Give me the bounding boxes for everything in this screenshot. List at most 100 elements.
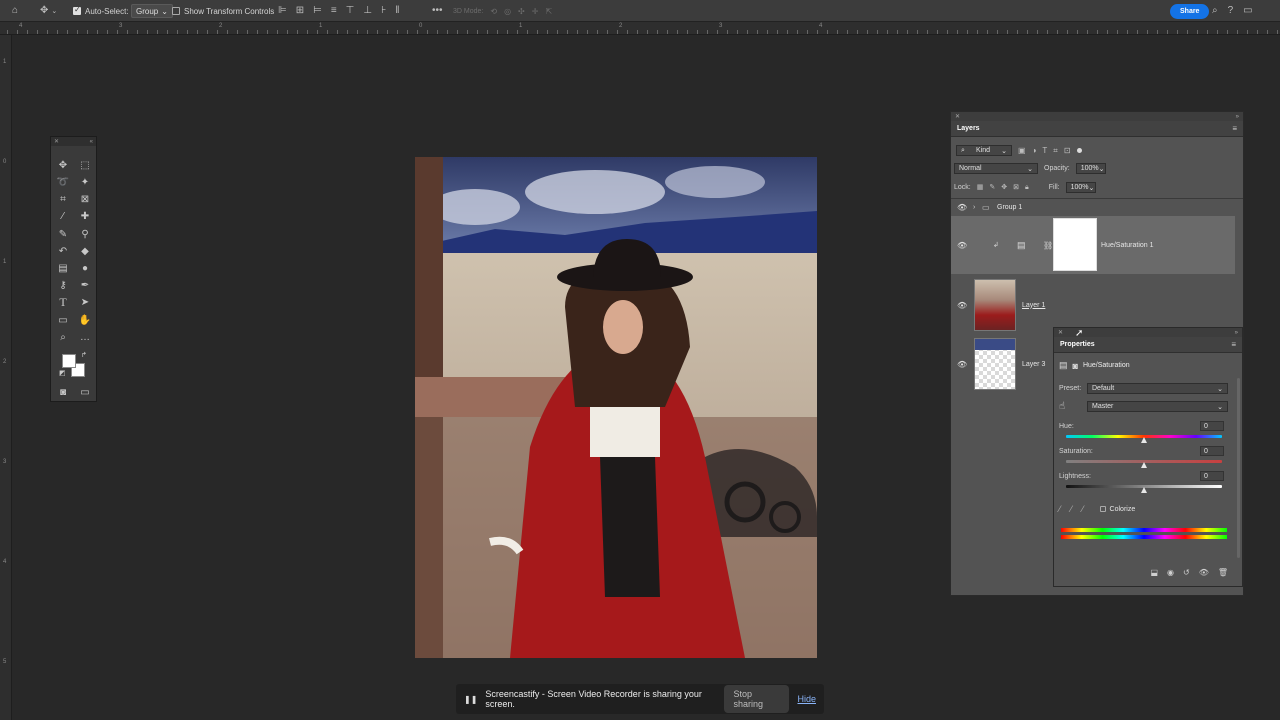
auto-select-mode-dropdown[interactable]: Group ⌄ bbox=[131, 4, 173, 18]
screen-mode-icon[interactable]: ▭ bbox=[77, 385, 93, 399]
align-middle-icon[interactable]: ⊥ bbox=[363, 6, 372, 16]
filter-toggle-icon[interactable] bbox=[1076, 148, 1082, 153]
marquee-tool-icon[interactable]: ⬚ bbox=[77, 158, 93, 172]
visibility-eye-icon[interactable]: 👁︎ bbox=[957, 203, 967, 212]
trash-icon[interactable]: 🗑︎ bbox=[1218, 568, 1228, 577]
type-tool-icon[interactable]: T bbox=[55, 295, 71, 309]
brush-tool-icon[interactable]: ✎ bbox=[55, 227, 71, 241]
3d-scale-icon[interactable]: ⇱ bbox=[545, 7, 552, 16]
3d-slide-icon[interactable]: ✛ bbox=[532, 7, 539, 16]
filter-kind-dropdown[interactable]: ⌕ Kind ⌄ bbox=[956, 145, 1012, 156]
visibility-eye-icon[interactable]: 👁︎ bbox=[957, 360, 967, 369]
healing-brush-icon[interactable]: ✚ bbox=[77, 209, 93, 223]
adjustment-icon[interactable]: ▤ bbox=[1059, 360, 1068, 371]
layers-panel-header[interactable]: ✕ » bbox=[951, 112, 1243, 121]
distribute-vertical-icon[interactable]: ‖ bbox=[395, 6, 399, 16]
frame-tool-icon[interactable]: ⊠ bbox=[77, 192, 93, 206]
vertical-ruler[interactable]: 1 0 1 2 3 4 5 bbox=[0, 35, 12, 720]
saturation-slider-thumb[interactable] bbox=[1141, 462, 1147, 468]
layer-name[interactable]: Layer 3 bbox=[1022, 361, 1045, 368]
filter-pixel-icon[interactable]: ▣ bbox=[1018, 146, 1026, 155]
collapse-icon[interactable]: » bbox=[1235, 330, 1238, 336]
align-bottom-icon[interactable]: ⊦ bbox=[381, 6, 386, 16]
eyedropper-plus-icon[interactable]: ⁄ bbox=[1071, 504, 1073, 514]
blend-mode-dropdown[interactable]: Normal ⌄ bbox=[954, 163, 1038, 174]
quick-mask-icon[interactable]: ◙ bbox=[55, 385, 71, 399]
view-previous-icon[interactable]: ◉ bbox=[1167, 568, 1174, 577]
3d-roll-icon[interactable]: ◎ bbox=[504, 7, 511, 16]
search-icon[interactable]: ⌕ bbox=[1212, 6, 1218, 16]
rectangle-tool-icon[interactable]: ▭ bbox=[55, 313, 71, 327]
hand-tool-icon[interactable]: ✋ bbox=[77, 313, 93, 327]
help-icon[interactable]: ? bbox=[1228, 6, 1234, 16]
layer-mask-thumbnail[interactable] bbox=[1053, 218, 1097, 271]
tools-panel-header[interactable]: ✕ « bbox=[51, 137, 96, 146]
lock-artboard-icon[interactable]: ⊠ bbox=[1013, 184, 1019, 191]
saturation-input[interactable]: 0 bbox=[1200, 446, 1224, 456]
zoom-tool-icon[interactable]: ⌕ bbox=[55, 330, 71, 344]
tab-properties[interactable]: Properties bbox=[1060, 341, 1095, 348]
align-right-icon[interactable]: ⊨ bbox=[313, 6, 322, 16]
lightness-input[interactable]: 0 bbox=[1200, 471, 1224, 481]
move-tool-icon[interactable]: ✥ bbox=[40, 6, 48, 16]
move-tool-icon[interactable]: ✥ bbox=[55, 158, 71, 172]
eraser-icon[interactable]: ◆ bbox=[77, 244, 93, 258]
home-icon[interactable]: ⌂ bbox=[12, 6, 18, 16]
horizontal-ruler[interactable]: 4 3 2 1 0 1 2 3 4 bbox=[0, 22, 1280, 35]
dodge-tool-icon[interactable]: ⚷ bbox=[55, 278, 71, 292]
fill-input[interactable]: 100% ⌄ bbox=[1065, 182, 1096, 193]
pen-tool-icon[interactable]: ✒ bbox=[77, 278, 93, 292]
layer-row-adjustment[interactable]: 👁︎ ↲ ▤ ⛓︎ Hue/Saturation 1 bbox=[951, 216, 1235, 274]
auto-select-checkbox[interactable] bbox=[73, 5, 81, 15]
3d-pan-icon[interactable]: ✣ bbox=[518, 7, 525, 16]
blur-tool-icon[interactable]: ● bbox=[77, 261, 93, 275]
chevron-down-icon[interactable]: ⌄ bbox=[51, 8, 57, 15]
foreground-color-swatch[interactable] bbox=[62, 354, 76, 368]
lock-image-icon[interactable]: ✎ bbox=[989, 184, 995, 191]
show-transform-checkbox[interactable] bbox=[172, 7, 180, 15]
lightness-slider-thumb[interactable] bbox=[1141, 487, 1147, 493]
close-icon[interactable]: ✕ bbox=[54, 138, 59, 145]
panel-menu-icon[interactable]: ≡ bbox=[1231, 340, 1236, 349]
opacity-input[interactable]: 100% ⌄ bbox=[1075, 163, 1106, 174]
magic-wand-icon[interactable]: ✦ bbox=[77, 175, 93, 189]
align-center-icon[interactable]: ⊞ bbox=[296, 6, 304, 16]
eyedropper-icon[interactable]: ⁄ bbox=[55, 209, 71, 223]
align-top-icon[interactable]: ⊤ bbox=[346, 6, 355, 16]
filter-type-icon[interactable]: T bbox=[1042, 146, 1047, 155]
stop-sharing-button[interactable]: Stop sharing bbox=[724, 685, 790, 713]
filter-shape-icon[interactable]: ⌗ bbox=[1053, 146, 1058, 155]
hue-slider-thumb[interactable] bbox=[1141, 437, 1147, 443]
history-brush-icon[interactable]: ↶ bbox=[55, 244, 71, 258]
swap-colors-icon[interactable]: ↱ bbox=[81, 351, 87, 359]
hide-button[interactable]: Hide bbox=[797, 694, 816, 704]
panel-menu-icon[interactable]: ≡ bbox=[1232, 124, 1237, 133]
tab-layers[interactable]: Layers bbox=[957, 125, 980, 132]
collapse-icon[interactable]: » bbox=[1236, 114, 1239, 120]
layer-row-group[interactable]: 👁︎ › ▭ Group 1 bbox=[951, 200, 1235, 214]
filter-adjustment-icon[interactable]: ◑ bbox=[1032, 146, 1037, 155]
lock-all-icon[interactable]: 🔒︎ bbox=[1025, 184, 1029, 191]
colorize-checkbox[interactable] bbox=[1099, 506, 1106, 512]
share-button[interactable]: Share bbox=[1170, 3, 1210, 19]
properties-scrollbar[interactable] bbox=[1237, 378, 1240, 558]
more-options-icon[interactable]: ••• bbox=[432, 6, 443, 16]
lasso-tool-icon[interactable]: ➰ bbox=[55, 175, 71, 189]
hue-input[interactable]: 0 bbox=[1200, 421, 1224, 431]
collapse-icon[interactable]: « bbox=[90, 139, 93, 145]
channel-dropdown[interactable]: Master ⌄ bbox=[1087, 401, 1228, 412]
lock-transparent-icon[interactable]: ▦ bbox=[977, 184, 984, 191]
eyedropper-icon[interactable]: ⁄ bbox=[1059, 504, 1061, 514]
visibility-eye-icon[interactable]: 👁︎ bbox=[957, 301, 967, 310]
close-icon[interactable]: ✕ bbox=[1058, 329, 1063, 336]
layer-name[interactable]: Group 1 bbox=[997, 204, 1022, 211]
layer-row-pixel[interactable]: 👁︎ Layer 1 bbox=[951, 278, 1235, 332]
layer-name[interactable]: Layer 1 bbox=[1022, 302, 1045, 309]
close-icon[interactable]: ✕ bbox=[955, 113, 960, 120]
workspace-icon[interactable]: ▭ bbox=[1243, 6, 1252, 16]
layer-name[interactable]: Hue/Saturation 1 bbox=[1101, 242, 1154, 249]
mask-icon[interactable]: ◙ bbox=[1073, 361, 1078, 371]
crop-tool-icon[interactable]: ⌗ bbox=[55, 192, 71, 206]
clone-stamp-icon[interactable]: ⚲ bbox=[77, 227, 93, 241]
visibility-eye-icon[interactable]: 👁︎ bbox=[1199, 568, 1209, 577]
